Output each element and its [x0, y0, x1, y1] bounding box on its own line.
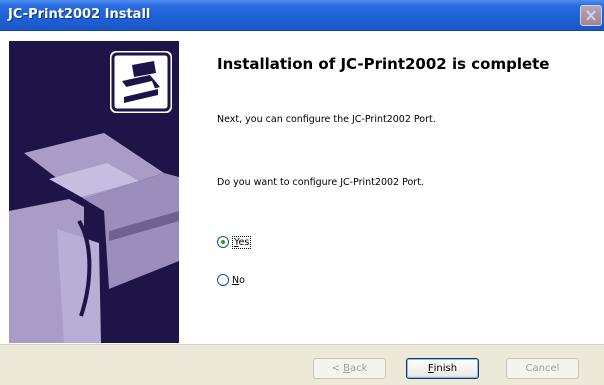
configure-info-text: Next, you can configure the JC-Print2002…	[217, 114, 436, 125]
side-banner	[9, 41, 179, 343]
button-bar: < Back Finish Cancel	[0, 345, 604, 385]
no-radio-label[interactable]: No	[232, 275, 245, 286]
no-radio-option[interactable]: No	[217, 273, 245, 287]
printer-illustration	[9, 133, 179, 343]
completion-heading: Installation of JC-Print2002 is complete	[217, 55, 550, 73]
yes-radio-label[interactable]: Yes	[232, 235, 252, 249]
finish-button[interactable]: Finish	[406, 358, 479, 379]
close-button[interactable]	[580, 5, 602, 26]
cancel-button[interactable]: Cancel	[506, 358, 579, 379]
printer-logo-icon	[110, 51, 172, 113]
window-title: JC-Print2002 Install	[8, 7, 151, 22]
installer-window: JC-Print2002 Install Installation of JC-…	[0, 0, 604, 385]
back-button[interactable]: < Back	[313, 358, 386, 379]
yes-radio-option[interactable]: Yes	[217, 235, 252, 249]
configure-question-text: Do you want to configure JC-Print2002 Po…	[217, 177, 424, 188]
no-radio-button[interactable]	[217, 274, 229, 286]
radio-selected-dot	[221, 240, 225, 244]
yes-radio-button[interactable]	[217, 236, 229, 248]
title-bar[interactable]: JC-Print2002 Install	[0, 0, 604, 31]
